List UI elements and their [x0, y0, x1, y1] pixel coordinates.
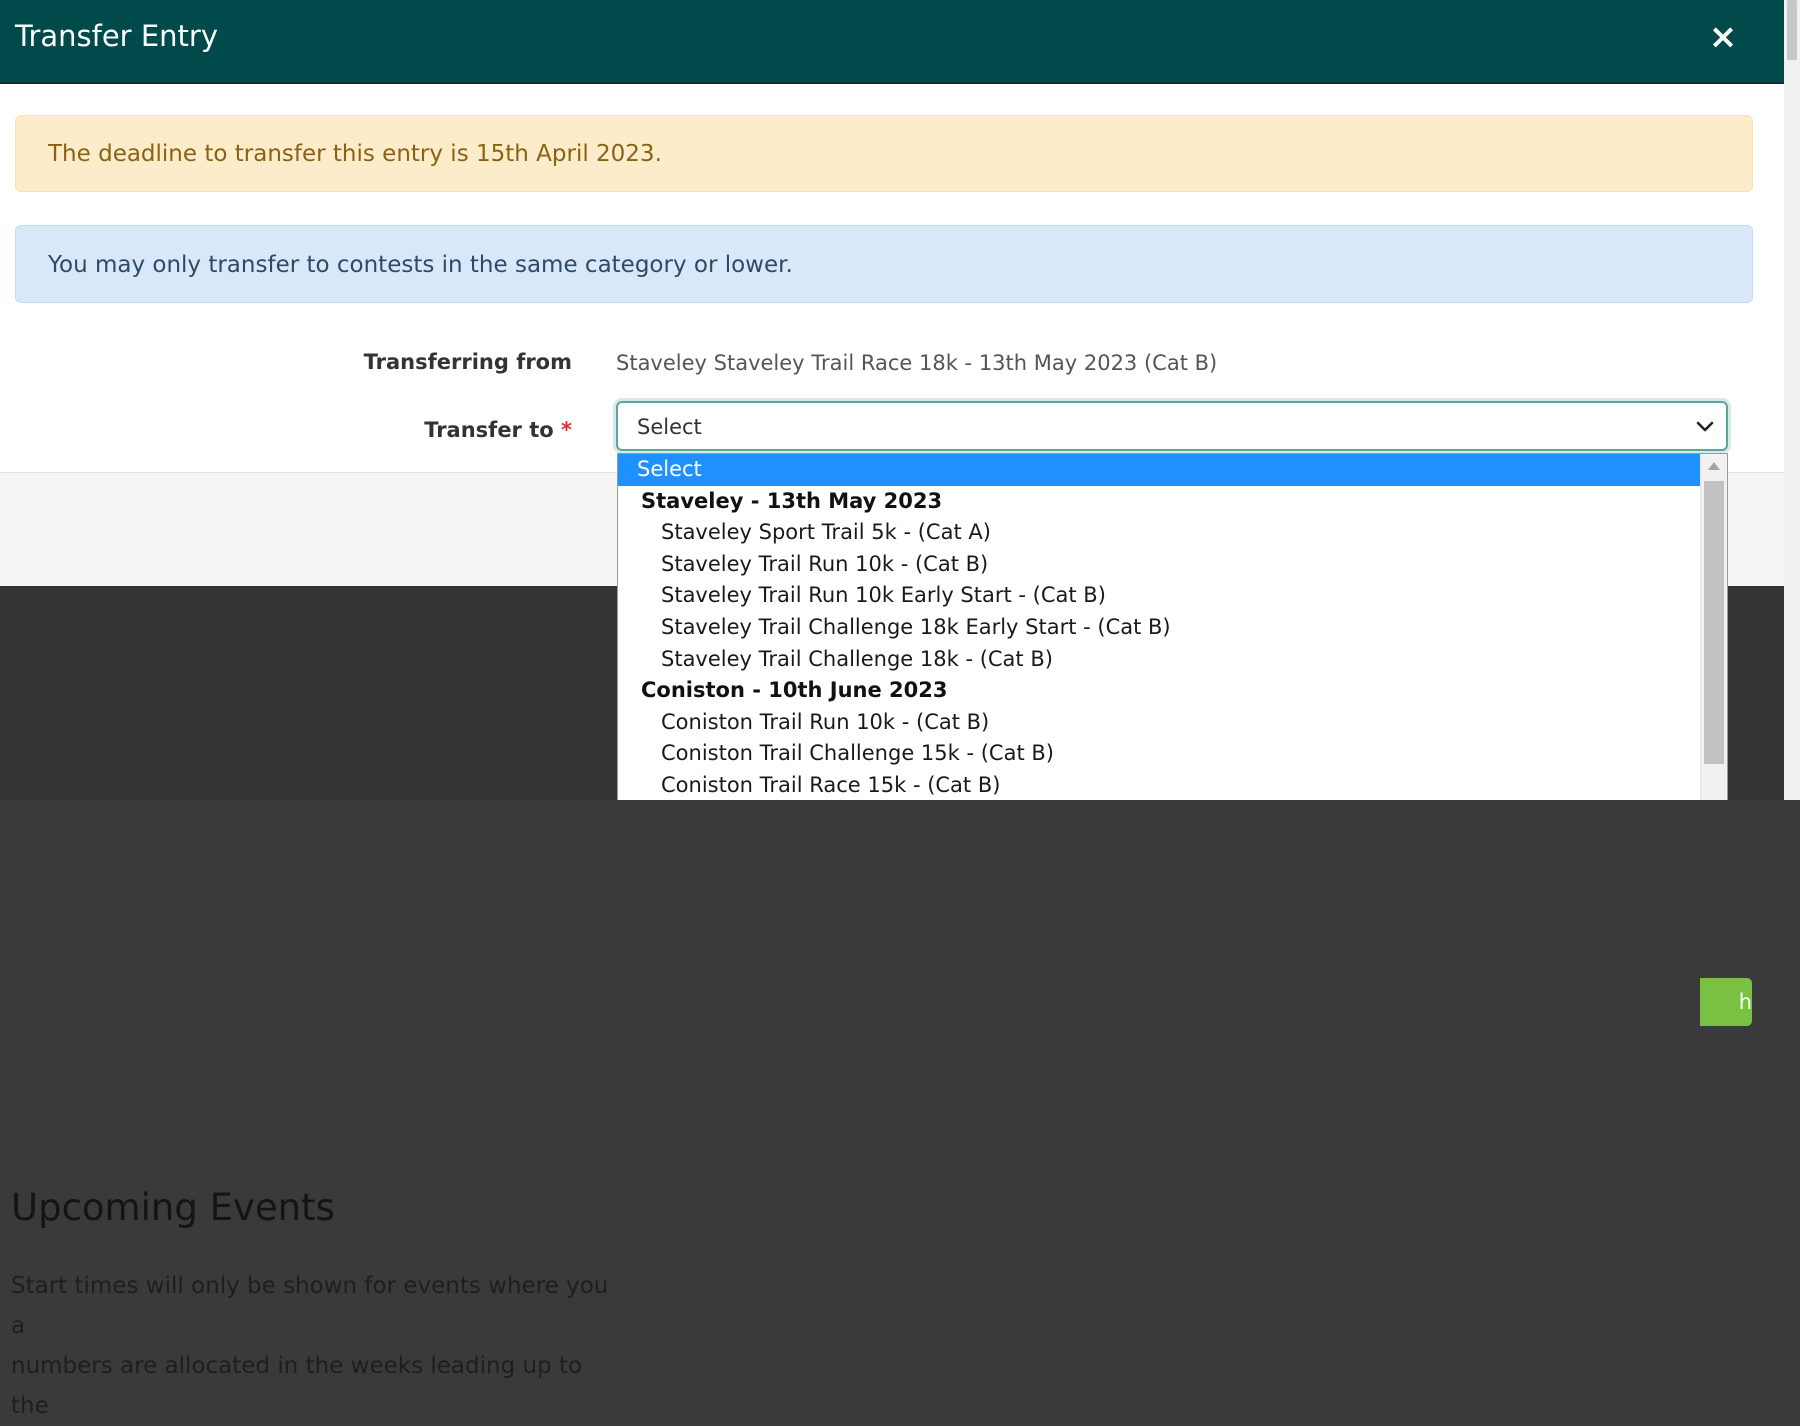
background-heading: Upcoming Events	[11, 1186, 335, 1229]
dropdown-options: Select Staveley - 13th May 2023 Staveley …	[618, 454, 1701, 800]
page-scrollbar[interactable]	[1784, 0, 1800, 800]
transfer-to-select[interactable]: Select	[616, 401, 1728, 451]
category-info-alert: You may only transfer to contests in the…	[15, 225, 1753, 303]
dropdown-option[interactable]: Staveley Sport Trail 5k - (Cat A)	[618, 517, 1701, 549]
dropdown-option[interactable]: Staveley Trail Challenge 18k - (Cat B)	[618, 644, 1701, 676]
required-marker: *	[561, 418, 572, 442]
dropdown-option[interactable]: Coniston Trail Run 10k - (Cat B)	[618, 707, 1701, 739]
background-text-line: Start times will only be shown for event…	[11, 1273, 609, 1339]
transfer-to-dropdown-list[interactable]: Select Staveley - 13th May 2023 Staveley …	[617, 453, 1728, 800]
background-paragraph: Start times will only be shown for event…	[11, 1266, 611, 1426]
transferring-from-value: Staveley Staveley Trail Race 18k - 13th …	[616, 351, 1217, 375]
transfer-to-select-value: Select	[637, 415, 702, 439]
dropdown-optgroup: Coniston - 10th June 2023	[641, 678, 948, 703]
dropdown-option-select[interactable]: Select	[618, 454, 1701, 486]
transfer-submit-button[interactable]: h	[1700, 978, 1752, 1026]
scroll-up-arrow-icon[interactable]	[1708, 462, 1720, 470]
dropdown-option[interactable]: Staveley Trail Run 10k - (Cat B)	[618, 549, 1701, 581]
transferring-from-label: Transferring from	[363, 350, 572, 374]
dropdown-option[interactable]: Coniston Trail Challenge 15k - (Cat B)	[618, 738, 1701, 770]
page-scrollbar-thumb[interactable]	[1787, 0, 1797, 60]
background-text-line: numbers are allocated in the weeks leadi…	[11, 1353, 583, 1419]
dropdown-option[interactable]: Staveley Trail Run 10k Early Start - (Ca…	[618, 580, 1701, 612]
modal-title: Transfer Entry	[15, 19, 218, 53]
dropdown-optgroup: Staveley - 13th May 2023	[641, 488, 943, 513]
dropdown-option[interactable]: Coniston Trail Race 15k - (Cat B)	[618, 770, 1701, 800]
transfer-to-label: Transfer to *	[300, 418, 572, 442]
modal-header: Transfer Entry ×	[0, 0, 1784, 84]
close-icon[interactable]: ×	[1706, 20, 1740, 54]
from-event-text: Staveley Staveley Trail Race 18k - 13th …	[616, 351, 1138, 375]
dropdown-scrollbar[interactable]	[1700, 454, 1727, 800]
dropdown-scrollbar-thumb[interactable]	[1704, 481, 1724, 764]
chevron-down-icon	[1696, 421, 1714, 432]
dropdown-option[interactable]: Staveley Trail Challenge 18k Early Start…	[618, 612, 1701, 644]
transfer-to-label-text: Transfer to	[424, 418, 554, 442]
from-category-text: (Cat B)	[1143, 351, 1218, 375]
deadline-alert: The deadline to transfer this entry is 1…	[15, 115, 1753, 192]
